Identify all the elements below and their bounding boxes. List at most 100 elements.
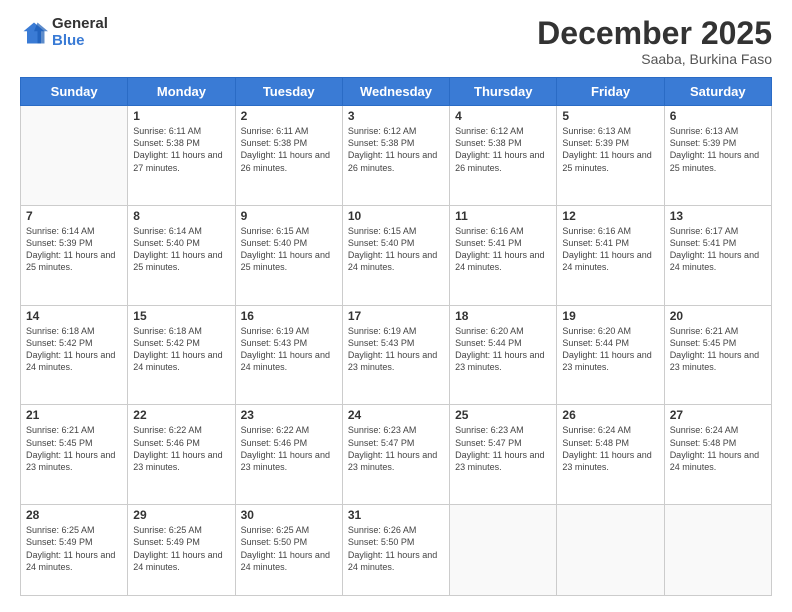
- calendar-cell: 5 Sunrise: 6:13 AM Sunset: 5:39 PM Daylig…: [557, 106, 664, 206]
- cell-sun-info: Sunrise: 6:20 AM Sunset: 5:44 PM Dayligh…: [455, 325, 551, 374]
- cell-sun-info: Sunrise: 6:26 AM Sunset: 5:50 PM Dayligh…: [348, 524, 444, 573]
- cell-day-number: 26: [562, 408, 658, 422]
- cell-day-number: 10: [348, 209, 444, 223]
- header: General Blue December 2025 Saaba, Burkin…: [20, 16, 772, 67]
- cell-sun-info: Sunrise: 6:18 AM Sunset: 5:42 PM Dayligh…: [26, 325, 122, 374]
- cell-day-number: 1: [133, 109, 229, 123]
- cell-sun-info: Sunrise: 6:11 AM Sunset: 5:38 PM Dayligh…: [133, 125, 229, 174]
- calendar-cell: 18 Sunrise: 6:20 AM Sunset: 5:44 PM Dayli…: [450, 305, 557, 405]
- calendar-cell: 2Sunrise: 6:11 AM Sunset: 5:38 PM Daylig…: [235, 106, 342, 206]
- calendar-cell: 13 Sunrise: 6:17 AM Sunset: 5:41 PM Dayli…: [664, 205, 771, 305]
- calendar-cell: 24 Sunrise: 6:23 AM Sunset: 5:47 PM Dayli…: [342, 405, 449, 505]
- cell-day-number: 18: [455, 309, 551, 323]
- cell-sun-info: Sunrise: 6:15 AM Sunset: 5:40 PM Dayligh…: [241, 225, 337, 274]
- cell-sun-info: Sunrise: 6:24 AM Sunset: 5:48 PM Dayligh…: [670, 424, 766, 473]
- cell-sun-info: Sunrise: 6:24 AM Sunset: 5:48 PM Dayligh…: [562, 424, 658, 473]
- calendar-cell: 7 Sunrise: 6:14 AM Sunset: 5:39 PM Daylig…: [21, 205, 128, 305]
- calendar-week-1: 1 Sunrise: 6:11 AM Sunset: 5:38 PM Daylig…: [21, 106, 772, 206]
- cell-sun-info: Sunrise: 6:25 AM Sunset: 5:49 PM Dayligh…: [133, 524, 229, 573]
- calendar-cell: 30Sunrise: 6:25 AM Sunset: 5:50 PM Dayli…: [235, 505, 342, 596]
- day-header-monday: Monday: [128, 78, 235, 106]
- calendar-cell: 16 Sunrise: 6:19 AM Sunset: 5:43 PM Dayli…: [235, 305, 342, 405]
- cell-sun-info: Sunrise: 6:12 AM Sunset: 5:38 PM Dayligh…: [348, 125, 444, 174]
- cell-day-number: 30: [241, 508, 337, 522]
- cell-sun-info: Sunrise: 6:22 AM Sunset: 5:46 PM Dayligh…: [241, 424, 337, 473]
- cell-sun-info: Sunrise: 6:16 AM Sunset: 5:41 PM Dayligh…: [562, 225, 658, 274]
- cell-sun-info: Sunrise: 6:22 AM Sunset: 5:46 PM Dayligh…: [133, 424, 229, 473]
- cell-day-number: 31: [348, 508, 444, 522]
- cell-sun-info: Sunrise: 6:25 AM Sunset: 5:49 PM Dayligh…: [26, 524, 122, 573]
- day-header-friday: Friday: [557, 78, 664, 106]
- calendar-cell: 29 Sunrise: 6:25 AM Sunset: 5:49 PM Dayli…: [128, 505, 235, 596]
- calendar-week-3: 14 Sunrise: 6:18 AM Sunset: 5:42 PM Dayli…: [21, 305, 772, 405]
- cell-day-number: 21: [26, 408, 122, 422]
- calendar-cell: [21, 106, 128, 206]
- calendar-cell: 25 Sunrise: 6:23 AM Sunset: 5:47 PM Dayli…: [450, 405, 557, 505]
- calendar-cell: 6 Sunrise: 6:13 AM Sunset: 5:39 PM Daylig…: [664, 106, 771, 206]
- calendar-cell: 19Sunrise: 6:20 AM Sunset: 5:44 PM Dayli…: [557, 305, 664, 405]
- calendar-cell: 23 Sunrise: 6:22 AM Sunset: 5:46 PM Dayli…: [235, 405, 342, 505]
- calendar-page: General Blue December 2025 Saaba, Burkin…: [0, 0, 792, 612]
- cell-day-number: 5: [562, 109, 658, 123]
- cell-sun-info: Sunrise: 6:21 AM Sunset: 5:45 PM Dayligh…: [26, 424, 122, 473]
- cell-day-number: 17: [348, 309, 444, 323]
- cell-sun-info: Sunrise: 6:13 AM Sunset: 5:39 PM Dayligh…: [562, 125, 658, 174]
- day-header-tuesday: Tuesday: [235, 78, 342, 106]
- cell-day-number: 11: [455, 209, 551, 223]
- cell-day-number: 22: [133, 408, 229, 422]
- cell-day-number: 23: [241, 408, 337, 422]
- calendar-cell: 22 Sunrise: 6:22 AM Sunset: 5:46 PM Dayli…: [128, 405, 235, 505]
- cell-day-number: 8: [133, 209, 229, 223]
- calendar-cell: 10Sunrise: 6:15 AM Sunset: 5:40 PM Dayli…: [342, 205, 449, 305]
- cell-day-number: 9: [241, 209, 337, 223]
- cell-day-number: 24: [348, 408, 444, 422]
- cell-sun-info: Sunrise: 6:16 AM Sunset: 5:41 PM Dayligh…: [455, 225, 551, 274]
- calendar-week-4: 21 Sunrise: 6:21 AM Sunset: 5:45 PM Dayli…: [21, 405, 772, 505]
- cell-day-number: 20: [670, 309, 766, 323]
- cell-day-number: 16: [241, 309, 337, 323]
- calendar-cell: 8 Sunrise: 6:14 AM Sunset: 5:40 PM Daylig…: [128, 205, 235, 305]
- cell-day-number: 25: [455, 408, 551, 422]
- calendar-cell: 21 Sunrise: 6:21 AM Sunset: 5:45 PM Dayli…: [21, 405, 128, 505]
- cell-sun-info: Sunrise: 6:11 AM Sunset: 5:38 PM Dayligh…: [241, 125, 337, 174]
- day-header-sunday: Sunday: [21, 78, 128, 106]
- cell-day-number: 13: [670, 209, 766, 223]
- logo-text: General Blue: [52, 16, 108, 49]
- cell-day-number: 14: [26, 309, 122, 323]
- cell-day-number: 7: [26, 209, 122, 223]
- cell-sun-info: Sunrise: 6:14 AM Sunset: 5:40 PM Dayligh…: [133, 225, 229, 274]
- calendar-cell: 27Sunrise: 6:24 AM Sunset: 5:48 PM Dayli…: [664, 405, 771, 505]
- cell-day-number: 29: [133, 508, 229, 522]
- calendar-header-row: SundayMondayTuesdayWednesdayThursdayFrid…: [21, 78, 772, 106]
- calendar-cell: [557, 505, 664, 596]
- day-header-wednesday: Wednesday: [342, 78, 449, 106]
- cell-day-number: 15: [133, 309, 229, 323]
- cell-sun-info: Sunrise: 6:18 AM Sunset: 5:42 PM Dayligh…: [133, 325, 229, 374]
- cell-sun-info: Sunrise: 6:23 AM Sunset: 5:47 PM Dayligh…: [455, 424, 551, 473]
- logo: General Blue: [20, 16, 108, 49]
- logo-general-text: General: [52, 16, 108, 33]
- title-area: December 2025 Saaba, Burkina Faso: [537, 16, 772, 67]
- calendar-cell: 15 Sunrise: 6:18 AM Sunset: 5:42 PM Dayli…: [128, 305, 235, 405]
- calendar-cell: 9 Sunrise: 6:15 AM Sunset: 5:40 PM Daylig…: [235, 205, 342, 305]
- calendar-cell: 14 Sunrise: 6:18 AM Sunset: 5:42 PM Dayli…: [21, 305, 128, 405]
- calendar-cell: 17Sunrise: 6:19 AM Sunset: 5:43 PM Dayli…: [342, 305, 449, 405]
- logo-blue-text: Blue: [52, 33, 108, 50]
- calendar-table: SundayMondayTuesdayWednesdayThursdayFrid…: [20, 77, 772, 596]
- cell-day-number: 6: [670, 109, 766, 123]
- day-header-saturday: Saturday: [664, 78, 771, 106]
- location-subtitle: Saaba, Burkina Faso: [537, 51, 772, 67]
- cell-sun-info: Sunrise: 6:14 AM Sunset: 5:39 PM Dayligh…: [26, 225, 122, 274]
- cell-day-number: 12: [562, 209, 658, 223]
- cell-sun-info: Sunrise: 6:13 AM Sunset: 5:39 PM Dayligh…: [670, 125, 766, 174]
- cell-sun-info: Sunrise: 6:19 AM Sunset: 5:43 PM Dayligh…: [241, 325, 337, 374]
- cell-sun-info: Sunrise: 6:23 AM Sunset: 5:47 PM Dayligh…: [348, 424, 444, 473]
- cell-day-number: 4: [455, 109, 551, 123]
- calendar-cell: 3Sunrise: 6:12 AM Sunset: 5:38 PM Daylig…: [342, 106, 449, 206]
- calendar-cell: 4 Sunrise: 6:12 AM Sunset: 5:38 PM Daylig…: [450, 106, 557, 206]
- cell-sun-info: Sunrise: 6:12 AM Sunset: 5:38 PM Dayligh…: [455, 125, 551, 174]
- cell-sun-info: Sunrise: 6:17 AM Sunset: 5:41 PM Dayligh…: [670, 225, 766, 274]
- cell-sun-info: Sunrise: 6:21 AM Sunset: 5:45 PM Dayligh…: [670, 325, 766, 374]
- month-title: December 2025: [537, 16, 772, 51]
- calendar-cell: 11 Sunrise: 6:16 AM Sunset: 5:41 PM Dayli…: [450, 205, 557, 305]
